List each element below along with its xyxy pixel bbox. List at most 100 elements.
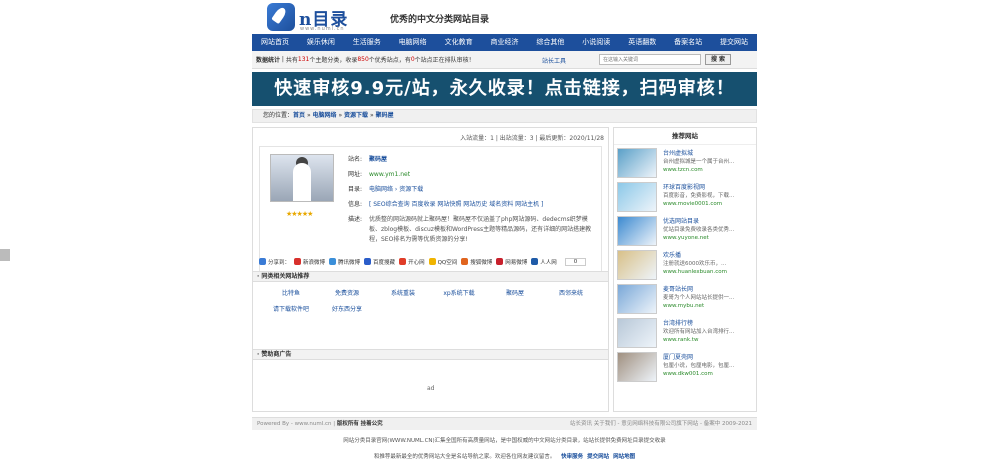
nav-item-7[interactable]: 小说阅读 (573, 34, 619, 51)
category-count: 131 (297, 56, 310, 63)
related-site-link[interactable]: 西邻来统 (543, 288, 599, 297)
nav-item-9[interactable]: 备案名站 (665, 34, 711, 51)
site-url[interactable]: www.huanlexbuan.com (663, 269, 727, 275)
site-title-link[interactable]: 麦哥站长网 (663, 284, 693, 293)
recommended-site-item[interactable]: 优选网站目录 优站目录免费收录各类优秀... www.yuyone.net (617, 215, 755, 247)
sponsor-ads-header: · 赞助商广告 (253, 349, 608, 360)
share-plus-icon (259, 258, 266, 265)
person-body (293, 163, 311, 201)
footer-description: 网站分类目录官网(WWW.NUML.CN)汇集全国所有高质量网站，是中国权威的中… (343, 438, 666, 444)
breadcrumb-item-0[interactable]: 首页 (293, 112, 305, 119)
site-url[interactable]: www.dkw001.com (663, 371, 713, 377)
related-site-link[interactable]: 比特鱼 (263, 288, 319, 297)
footer-link-0[interactable]: 快审服务 (561, 454, 583, 460)
related-sites-header: · 同类相关网站推荐 (253, 271, 608, 282)
site-title-link[interactable]: 厦门夏壳网 (663, 352, 693, 361)
nav-item-8[interactable]: 英语翻数 (619, 34, 665, 51)
recommended-sites-sidebar: 推荐网站 台州虚拟城 台州虚拟城是一个属于台州... www.tzcn.com 环球百… (613, 127, 757, 412)
site-desc: 台州虚拟城是一个属于台州... (663, 159, 735, 165)
site-category-link[interactable]: 电脑网络 › 资源下载 (369, 185, 598, 194)
footer-bar: Powered By - www.numl.cn | 版权所有 挂着公究 站长资… (252, 417, 757, 430)
nav-item-2[interactable]: 生活服务 (344, 34, 390, 51)
footer-link-1[interactable]: 提交网站 (587, 454, 609, 460)
recommended-site-item[interactable]: 麦哥站长网麦哥为个人网站站长提供一... www.mybu.net (617, 283, 755, 315)
recommended-site-item[interactable]: 台湾排行榜欢迎所有网站加入台湾排行... www.rank.tw (617, 317, 755, 349)
nav-item-0[interactable]: 网站首页 (252, 34, 298, 51)
recommended-site-item[interactable]: 欢乐播注册就送6000欢乐币，... www.huanlexbuan.com (617, 249, 755, 281)
share-item-6[interactable]: 网易微博 (496, 258, 527, 266)
site-detail-panel: 入站流量：1 | 出站流量：3 | 最后更新：2020/11/28 ★★★★★ … (252, 127, 609, 412)
related-site-link[interactable]: 聚码屋 (487, 288, 543, 297)
share-item-0[interactable]: 新浪微博 (294, 258, 325, 266)
site-desc: 欢迎所有网站加入台湾排行... (663, 329, 735, 335)
site-title-link[interactable]: 台湾排行榜 (663, 318, 693, 327)
site-title-link[interactable]: 环球百度影视网 (663, 182, 705, 191)
share-item-5[interactable]: 搜狐微博 (461, 258, 492, 266)
nav-item-6[interactable]: 综合其他 (527, 34, 573, 51)
share-item-3[interactable]: 开心网 (399, 258, 425, 266)
share-item-1[interactable]: 腾讯微博 (329, 258, 360, 266)
site-thumbnail[interactable] (617, 250, 657, 280)
site-thumbnail[interactable] (617, 148, 657, 178)
site-url-link[interactable]: www.ym1.net (369, 170, 598, 179)
footer-line2: 和推荐最新最全的优秀网站大全是名站导航之家。欢迎各位网友建议留言。 快审服务 提交… (373, 454, 636, 460)
site-thumbnail[interactable] (617, 318, 657, 348)
site-title-link[interactable]: 台州虚拟城 (663, 148, 693, 157)
site-desc: 百度影音，免费影视，下载... (663, 193, 735, 199)
side-float-tab[interactable] (0, 249, 10, 261)
related-site-link[interactable]: 免费资源 (319, 288, 375, 297)
search-button[interactable]: 搜 索 (705, 54, 731, 65)
site-title-link[interactable]: 欢乐播 (663, 250, 681, 259)
breadcrumb-item-1[interactable]: 电脑网络 (313, 112, 337, 119)
search-input[interactable] (599, 54, 701, 65)
ad-placeholder[interactable]: ad (427, 385, 435, 392)
breadcrumb-item-3[interactable]: 聚码屋 (376, 112, 394, 119)
site-count: 850 (357, 56, 369, 63)
nav-item-1[interactable]: 娱乐休闲 (298, 34, 344, 51)
recommended-site-item[interactable]: 台州虚拟城台州虚拟城是一个属于台州... www.tzcn.com (617, 147, 755, 179)
share-1-icon (329, 258, 337, 265)
stats-label: 数据统计 (256, 57, 281, 64)
site-desc: 注册就送6000欢乐币，... (663, 261, 727, 267)
site-title-link[interactable]: 优选网站目录 (663, 216, 699, 225)
site-url[interactable]: www.movie0001.com (663, 201, 722, 207)
webmaster-tools-link[interactable]: 站长工具 (542, 56, 566, 65)
recommended-site-item[interactable]: 厦门夏壳网 包厘小说，包厘电影，包厘... www.dkw001.com (617, 351, 755, 383)
site-thumbnail[interactable] (617, 182, 657, 212)
site-desc: 麦哥为个人网站站长提供一... (663, 295, 735, 301)
share-7-icon (531, 258, 539, 265)
nav-item-3[interactable]: 电脑网络 (390, 34, 436, 51)
site-thumbnail[interactable] (617, 216, 657, 246)
share-item-7[interactable]: 人人网 (531, 258, 557, 266)
rocket-logo-icon (267, 3, 295, 31)
share-item-4[interactable]: QQ空间 (428, 258, 457, 266)
breadcrumb-item-2[interactable]: 资源下载 (344, 112, 368, 119)
related-site-link[interactable]: 好东西分享 (319, 304, 375, 313)
related-sites-list: 比特鱼 免费资源 系统重装 xp系统下载 聚码屋 西邻来统请下载软件吧 好东西分享 (263, 288, 603, 320)
logo-url: www.numl.cn (300, 26, 345, 32)
footer-links[interactable]: 站长资讯 关于我们 - 意见网络科技有限公司旗下网站 - 备案中 2009-20… (570, 418, 752, 431)
site-url[interactable]: www.tzcn.com (663, 167, 703, 173)
site-thumbnail[interactable] (617, 284, 657, 314)
promo-banner[interactable]: 快速审核9.9元/站，永久收录！点击链接，扫码审核！ (252, 72, 757, 106)
site-logo[interactable]: n目录 www.numl.cn (267, 3, 377, 33)
site-info-links[interactable]: [ SEO综合查询 百度收录 网站快照 网站历史 域名资料 网站主机 ] (369, 200, 598, 209)
nav-item-4[interactable]: 文化教育 (436, 34, 482, 51)
related-site-link[interactable]: 请下载软件吧 (263, 304, 319, 313)
nav-item-10[interactable]: 提交网站 (711, 34, 757, 51)
site-url[interactable]: www.mybu.net (663, 303, 704, 309)
share-3-icon (399, 258, 407, 265)
footer-link-2[interactable]: 网站地图 (613, 454, 635, 460)
site-url[interactable]: www.rank.tw (663, 337, 698, 343)
share-item-2[interactable]: 百度搜藏 (364, 258, 395, 266)
site-thumbnail[interactable] (617, 352, 657, 382)
related-site-link[interactable]: 系统重装 (375, 288, 431, 297)
recommended-site-item[interactable]: 环球百度影视网百度影音，免费影视，下载... www.movie0001.com (617, 181, 755, 213)
nav-item-5[interactable]: 商业经济 (482, 34, 528, 51)
site-url[interactable]: www.yuyone.net (663, 235, 709, 241)
stats-bar: 数据统计 | 共有 131 个主题分类，收录 850 个优秀站点， 有 0 个站… (252, 51, 757, 69)
share-2-icon (364, 258, 372, 265)
related-site-link[interactable]: xp系统下载 (431, 288, 487, 297)
site-thumbnail[interactable] (270, 154, 334, 202)
share-5-icon (461, 258, 469, 265)
